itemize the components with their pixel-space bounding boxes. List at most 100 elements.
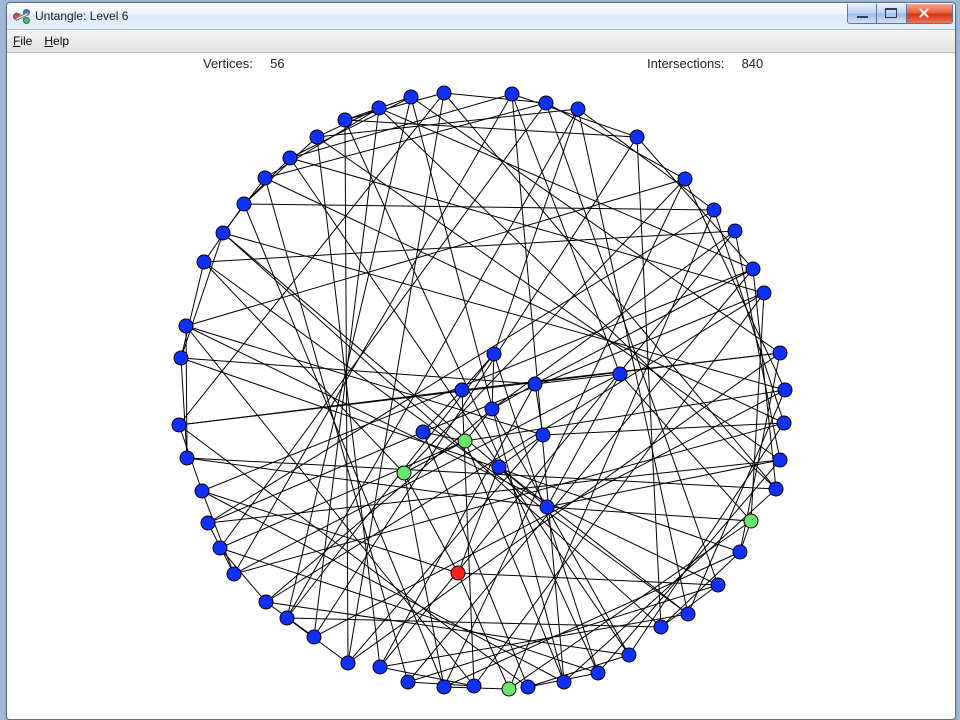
graph-vertex[interactable] [213, 541, 227, 555]
graph-vertex[interactable] [237, 197, 251, 211]
graph-vertex[interactable] [259, 595, 273, 609]
graph-vertex[interactable] [437, 86, 451, 100]
graph-vertex[interactable] [678, 172, 692, 186]
graph-vertex[interactable] [521, 680, 535, 694]
graph-vertex[interactable] [711, 578, 725, 592]
menu-help-rest: elp [53, 34, 69, 48]
graph-vertex[interactable] [733, 545, 747, 559]
graph-vertex[interactable] [451, 566, 465, 580]
graph-vertex[interactable] [404, 90, 418, 104]
graph-edge [290, 158, 764, 293]
graph-vertex[interactable] [416, 425, 430, 439]
graph-edge [265, 103, 546, 178]
graph-edge [547, 507, 751, 521]
graph-vertex[interactable] [397, 466, 411, 480]
graph-edge [578, 109, 714, 210]
graph-edge [535, 374, 620, 384]
graph-vertex[interactable] [467, 679, 481, 693]
graph-vertex[interactable] [773, 346, 787, 360]
graph-vertex[interactable] [458, 434, 472, 448]
graph-edge [181, 233, 223, 358]
close-button[interactable] [907, 4, 953, 24]
maximize-button[interactable] [877, 4, 907, 24]
graph-vertex[interactable] [485, 402, 499, 416]
graph-vertex[interactable] [455, 383, 469, 397]
graph-edge [204, 262, 688, 614]
graph-vertex[interactable] [197, 255, 211, 269]
graph-vertex[interactable] [174, 351, 188, 365]
graph-vertex[interactable] [557, 675, 571, 689]
graph-vertex[interactable] [539, 96, 553, 110]
graph-vertex[interactable] [746, 262, 760, 276]
graph-edge [244, 137, 317, 204]
graph-edge [186, 326, 718, 585]
graph-edge [179, 390, 462, 425]
graph-vertex[interactable] [707, 203, 721, 217]
graph-edge [290, 94, 512, 158]
graph-vertex[interactable] [179, 319, 193, 333]
graph-vertex[interactable] [571, 102, 585, 116]
title-bar[interactable]: Untangle: Level 6 [7, 3, 955, 30]
graph-edge [290, 97, 411, 158]
graph-vertex[interactable] [180, 451, 194, 465]
graph-vertex[interactable] [502, 682, 516, 696]
graph-vertex[interactable] [373, 660, 387, 674]
graph-vertex[interactable] [757, 286, 771, 300]
graph-edge [535, 384, 543, 435]
graph-vertex[interactable] [487, 347, 501, 361]
graph-vertex[interactable] [622, 648, 636, 662]
graph-vertex[interactable] [280, 611, 294, 625]
graph-vertex[interactable] [310, 130, 324, 144]
graph-vertex[interactable] [307, 630, 321, 644]
graph-edge [266, 602, 629, 655]
graph-vertex[interactable] [778, 383, 792, 397]
graph-vertex[interactable] [227, 567, 241, 581]
graph-vertex[interactable] [401, 675, 415, 689]
graph-vertex[interactable] [492, 460, 506, 474]
graph-vertex[interactable] [777, 416, 791, 430]
graph-vertex[interactable] [201, 516, 215, 530]
graph-edge [411, 97, 780, 353]
graph-vertex[interactable] [744, 514, 758, 528]
graph-vertex[interactable] [681, 607, 695, 621]
graph-edge [512, 94, 620, 374]
graph-vertex[interactable] [728, 224, 742, 238]
graph-vertex[interactable] [773, 453, 787, 467]
graph-vertex[interactable] [372, 101, 386, 115]
graph-edge [220, 548, 598, 673]
graph-vertex[interactable] [172, 418, 186, 432]
graph-vertex[interactable] [528, 377, 542, 391]
graph-vertex[interactable] [536, 428, 550, 442]
graph-edge [181, 358, 535, 384]
graph-vertex[interactable] [338, 113, 352, 127]
graph-vertex[interactable] [591, 666, 605, 680]
window-title: Untangle: Level 6 [35, 9, 128, 23]
graph-edge [578, 109, 688, 614]
graph-vertex[interactable] [195, 484, 209, 498]
graph-edge [620, 374, 751, 521]
graph-vertex[interactable] [258, 171, 272, 185]
graph-vertex[interactable] [216, 226, 230, 240]
graph-vertex[interactable] [613, 367, 627, 381]
app-window: Untangle: Level 6 File Help Vertices: 56… [6, 2, 956, 720]
graph-vertex[interactable] [654, 620, 668, 634]
graph-edge [379, 108, 776, 489]
graph-vertex[interactable] [540, 500, 554, 514]
graph-vertex[interactable] [437, 680, 451, 694]
graph-edge [345, 120, 598, 673]
menu-help[interactable]: Help [44, 34, 69, 48]
vertices-label: Vertices: [203, 56, 253, 71]
graph-vertex[interactable] [283, 151, 297, 165]
graph-edge [492, 354, 494, 409]
graph-vertex[interactable] [505, 87, 519, 101]
menu-file[interactable]: File [13, 34, 32, 48]
graph-vertex[interactable] [630, 130, 644, 144]
graph-svg[interactable] [7, 75, 955, 719]
minimize-button[interactable] [847, 4, 877, 24]
graph-canvas[interactable] [7, 75, 955, 719]
graph-edge [637, 137, 753, 269]
graph-vertex[interactable] [341, 656, 355, 670]
graph-vertex[interactable] [769, 482, 783, 496]
graph-edge [204, 262, 404, 473]
graph-edge [345, 93, 444, 120]
